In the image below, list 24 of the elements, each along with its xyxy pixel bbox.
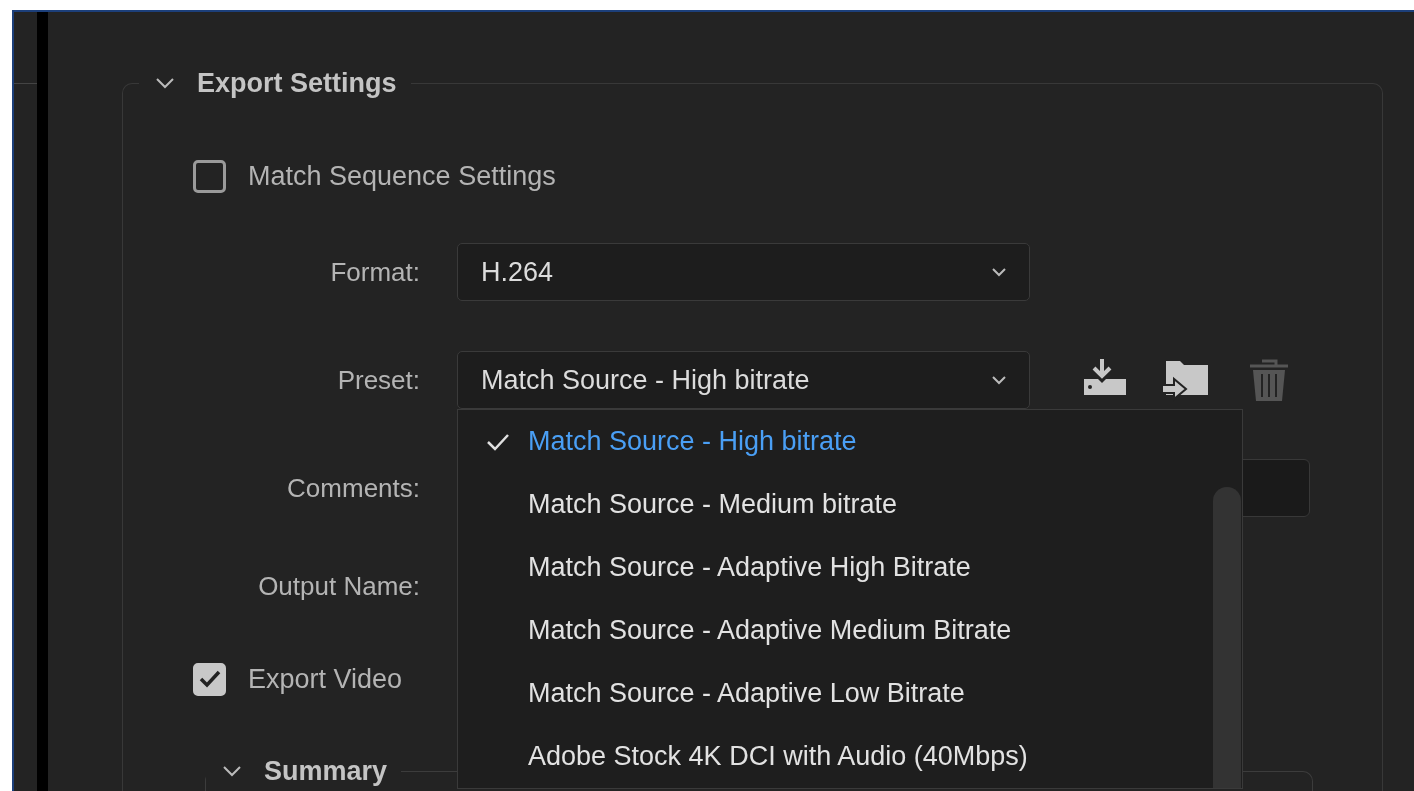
- field-label: Preset:: [336, 363, 420, 397]
- checkbox[interactable]: [193, 159, 226, 193]
- section-title: Summary: [264, 754, 388, 788]
- menu-item[interactable]: Match Source - Adaptive Low Bitrate: [458, 662, 1242, 725]
- checkbox-label: Match Sequence Settings: [248, 159, 556, 193]
- preset-dropdown[interactable]: Match Source - High bitrate: [457, 351, 1030, 409]
- menu-item[interactable]: Match Source - Medium bitrate: [458, 473, 1242, 536]
- field-label: Comments:: [286, 471, 420, 505]
- checkbox-label: Export Video: [248, 662, 403, 696]
- menu-item[interactable]: Adobe Stock 4K DCI with Audio (40Mbps): [458, 725, 1242, 788]
- section-title: Export Settings: [197, 66, 397, 100]
- menu-item[interactable]: Match Source - Adaptive Medium Bitrate: [458, 599, 1242, 662]
- chevron-down-icon[interactable]: [222, 765, 242, 777]
- chevron-down-icon[interactable]: [991, 375, 1007, 385]
- field-label: Output Name:: [257, 569, 420, 603]
- checkbox[interactable]: [193, 662, 226, 696]
- menu-item[interactable]: Match Source - High bitrate: [458, 410, 1242, 473]
- checkmark-icon: [198, 670, 221, 688]
- scrollbar-thumb[interactable]: [1213, 487, 1241, 788]
- format-dropdown[interactable]: H.264: [457, 243, 1030, 301]
- field-label: Format:: [329, 255, 420, 289]
- chevron-down-icon[interactable]: [991, 267, 1007, 277]
- chevron-down-icon[interactable]: [155, 77, 175, 89]
- menu-item[interactable]: Match Source - Adaptive High Bitrate: [458, 536, 1242, 599]
